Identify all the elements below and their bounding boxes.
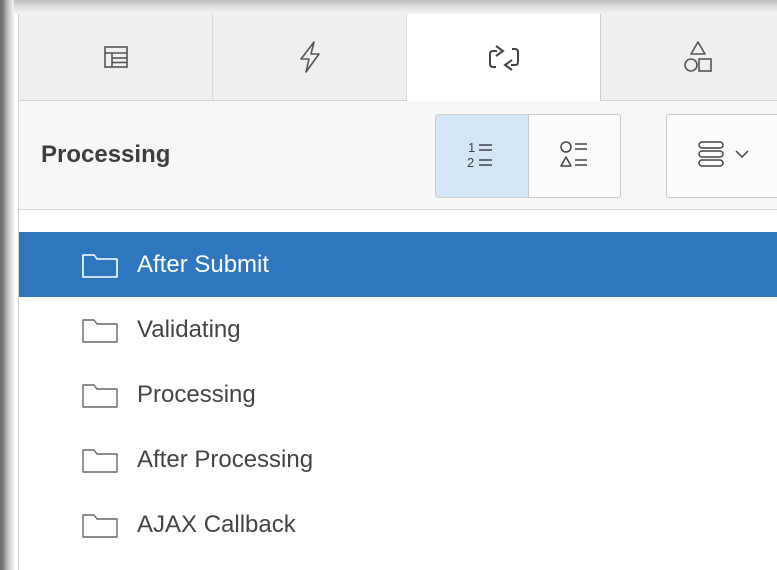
folder-icon xyxy=(81,511,119,539)
processing-icon xyxy=(487,43,521,73)
lightning-icon xyxy=(297,40,323,74)
screenshot-frame: Processing 1 2 After Submit Validating P… xyxy=(0,0,777,570)
group-by-type-button[interactable] xyxy=(528,115,620,197)
panel-toolbar: Processing 1 2 xyxy=(19,101,777,210)
tree-node-ajax-callback[interactable]: AJAX Callback xyxy=(19,492,777,557)
tree-node-processing[interactable]: Processing xyxy=(19,362,777,427)
chevron-down-icon xyxy=(734,147,750,165)
window-top-edge xyxy=(0,0,777,14)
tab-rendering[interactable] xyxy=(19,14,213,100)
numbered-list-icon: 1 2 xyxy=(465,137,499,176)
shape-list-icon xyxy=(558,137,592,176)
view-mode-toggle: 1 2 xyxy=(435,114,621,198)
folder-icon xyxy=(81,381,119,409)
folder-icon xyxy=(81,251,119,279)
svg-text:2: 2 xyxy=(467,155,474,170)
panel-title: Processing xyxy=(41,141,171,168)
tree-node-label: Validating xyxy=(137,315,241,343)
tree-node-after-submit[interactable]: After Submit xyxy=(19,232,777,297)
window-left-edge xyxy=(0,0,14,570)
tree-node-label: Processing xyxy=(137,380,256,408)
folder-icon xyxy=(81,446,119,474)
tab-shared-components[interactable] xyxy=(601,14,777,100)
svg-text:1: 1 xyxy=(468,140,475,155)
tab-dynamic-actions[interactable] xyxy=(213,14,407,100)
tree-node-label: AJAX Callback xyxy=(137,510,296,538)
tree-node-validating[interactable]: Validating xyxy=(19,297,777,362)
tree-node-label: After Processing xyxy=(137,445,314,473)
processing-panel: Processing 1 2 After Submit Validating P… xyxy=(18,14,777,570)
layout-icon xyxy=(103,45,129,69)
folder-icon xyxy=(81,316,119,344)
execution-order-button[interactable]: 1 2 xyxy=(436,115,528,197)
tab-processing[interactable] xyxy=(407,14,601,101)
tree-node-label: After Submit xyxy=(137,250,270,278)
tree-node-after-processing[interactable]: After Processing xyxy=(19,427,777,492)
panel-menu-button[interactable] xyxy=(666,114,777,198)
tab-bar xyxy=(19,14,777,101)
processing-tree: After Submit Validating Processing After… xyxy=(19,232,777,557)
stack-menu-icon xyxy=(696,138,726,175)
shapes-icon xyxy=(683,40,713,74)
